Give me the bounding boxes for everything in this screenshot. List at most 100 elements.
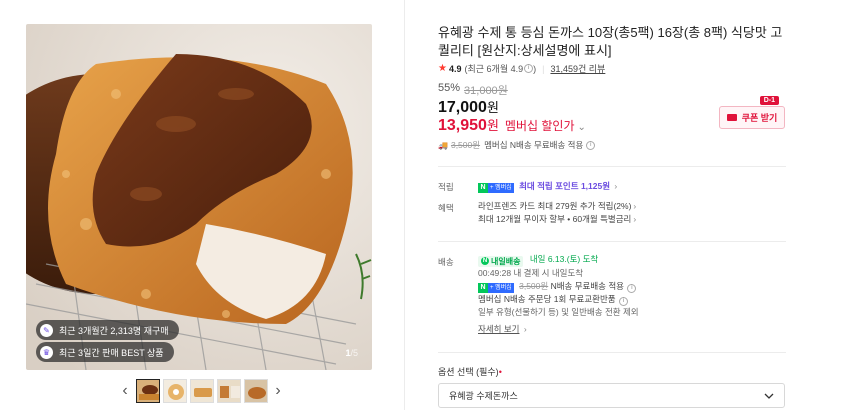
main-product-image[interactable]: ✎ 최근 3개월간 2,313명 재구매 ♛ 최근 3일간 판매 BEST 상품… [26,24,372,370]
sale-price-value: 17,000 [438,99,487,116]
thumbnail-prev-arrow[interactable]: ‹ [116,378,134,404]
product-gallery: ✎ 최근 3개월간 2,313명 재구매 ♛ 최근 3일간 판매 BEST 상품… [0,0,404,410]
info-icon[interactable]: i [586,140,596,150]
thumbnail-4[interactable] [216,379,241,403]
delivery-detail-link[interactable]: 자세히 보기 [478,324,519,334]
discount-rate: 55% [438,82,461,94]
perk-card-text: 라인프렌즈 카드 최대 279원 추가 적립(2%) [478,201,632,211]
perk-installment-line: 최대 12개월 무이자 할부 • 60개월 특별금리 › [478,213,636,226]
npay-membership-text: + 멤버십 [488,183,514,193]
shipping-summary: 🚚 3,500원 멤버십 N배송 무료배송 적용 i [438,139,596,151]
thumbnail-5[interactable] [243,379,268,403]
member-price-unit: 원 [486,118,499,133]
delivery-exchange-text: 멤버십 N배송 주문당 1회 무료교환반품 [478,293,616,304]
best-seller-badge-text: 최근 3일간 판매 BEST 상품 [59,347,164,358]
sale-price: 17,000원 [438,97,499,117]
delivery-cutoff: 00:49:28 내 결제 시 내일도착 [478,267,584,278]
perks-row[interactable]: 라인프렌즈 카드 최대 279원 추가 적립(2%) › 최대 12개월 무이자 … [478,200,636,226]
coupon-area: D-1 쿠폰 받기 [719,96,785,130]
thumbnail-image [190,380,213,402]
thumbnail-1[interactable] [135,379,160,403]
separator: | [542,63,545,74]
member-price-label: 멤버십 할인가 [504,119,575,133]
star-icon: ★ [438,63,447,74]
perk-card-line: 라인프렌즈 카드 최대 279원 추가 적립(2%) › [478,200,636,213]
points-row[interactable]: N + 멤버십 최대 적립 포인트 1,125원 › [478,180,617,193]
repurchase-badge-text: 최근 3개월간 2,313명 재구매 [59,325,169,336]
delivery-info: N 내일배송 내일 6.13.(토) 도착 00:49:28 내 결제 시 내일도… [478,253,639,336]
delivery-label: 배송 [438,257,454,267]
rating-score: 4.9 [448,63,462,74]
review-count-link[interactable]: 31,459건 리뷰 [550,62,605,75]
member-price-row[interactable]: 13,950 원 멤버십 할인가 ⌄ [438,115,586,135]
thumbnail-next-arrow[interactable]: › [269,378,287,404]
chevron-down-icon [764,393,774,399]
shipping-text: 멤버십 N배송 무료배송 적용 [484,140,584,150]
delivery-free-line: N + 멤버십 3,500원 N배송 무료배송 적용 i [478,280,639,293]
rating-recent: (최근 6개월 4.9 [464,64,524,74]
points-text: 최대 적립 포인트 [519,181,579,191]
delivery-exchange-line: 멤버십 N배송 주문당 1회 무료교환반품 i [478,293,639,306]
chevron-right-icon: › [633,201,637,211]
tomorrow-delivery-tag: N 내일배송 [478,255,524,267]
delivery-free-text: N배송 무료배송 적용 [550,280,625,291]
option-label-text: 옵션 선택 (필수) [438,367,499,377]
info-icon[interactable]: i [627,283,637,293]
rating-recent-close: ) [533,63,537,74]
review-icon: ✎ [40,323,53,337]
thumbnail-3[interactable] [189,379,214,403]
delivery-original-fee: 3,500원 [519,280,549,291]
delivery-arrival: 내일 6.13.(토) 도착 [529,254,599,264]
section-divider [438,166,786,167]
npay-logo: N [481,257,489,265]
discount-row: 55% 31,000원 [438,82,508,98]
rating-row: ★ 4.9 (최근 6개월 4.9 i ) | 31,459건 리뷰 [438,62,605,75]
section-divider [438,352,786,353]
thumbnail-image [136,380,159,402]
option-select[interactable]: 유혜광 수제돈까스 [438,383,785,408]
chevron-right-icon: › [523,323,527,334]
delivery-exclude-text: 일부 유형(선물하기 등) 및 일반배송 전환 제외 [478,306,639,317]
coupon-deadline-badge: D-1 [759,96,779,105]
section-divider [438,241,786,242]
coupon-icon [726,114,737,121]
thumbnail-2[interactable] [162,379,187,403]
chevron-right-icon: › [614,181,618,191]
npay-logo: N [478,183,488,193]
best-icon: ♛ [40,345,53,359]
option-selected-value: 유혜광 수제돈까스 [449,391,518,401]
chevron-right-icon: › [633,214,637,224]
sale-price-unit: 원 [486,100,499,115]
npay-membership-text: + 멤버십 [488,282,514,293]
coupon-button-label: 쿠폰 받기 [741,113,778,123]
delivery-arrival-line: N 내일배송 내일 6.13.(토) 도착 [478,253,639,267]
points-value: 1,125원 [580,181,611,191]
option-label: 옵션 선택 (필수)• [438,365,502,378]
coupon-download-button[interactable]: 쿠폰 받기 [719,106,785,129]
original-price: 31,000원 [464,85,508,97]
chevron-down-icon: ⌄ [577,122,586,133]
repurchase-badge: ✎ 최근 3개월간 2,313명 재구매 [36,320,179,340]
truck-icon: 🚚 [438,140,448,150]
tomorrow-delivery-label: 내일배송 [491,256,521,266]
tonkatsu-photo [26,24,372,370]
npay-membership-badge: N + 멤버십 [478,282,514,293]
shipping-original-fee: 3,500원 [450,140,481,150]
delivery-detail-line: 자세히 보기 › [478,323,639,336]
perks-label: 혜택 [438,203,454,213]
product-title: 유혜광 수제 통 등심 돈까스 10장(총5팩) 16장(총 8팩) 식당맛 고… [438,25,783,58]
points-label: 적립 [438,182,454,192]
image-counter: 1/5 [345,348,358,358]
column-divider [404,0,405,410]
npay-logo: N [478,282,488,293]
info-icon[interactable]: i [524,64,534,73]
npay-membership-badge: N + 멤버십 [478,183,514,193]
thumbnail-image [163,380,186,402]
thumbnail-strip: ‹ › [116,378,287,404]
best-seller-badge: ♛ 최근 3일간 판매 BEST 상품 [36,342,174,362]
image-counter-total: /5 [350,348,358,358]
thumbnail-image [244,380,267,402]
member-price-value: 13,950 [438,117,487,134]
perk-installment-text: 최대 12개월 무이자 할부 • 60개월 특별금리 [478,214,632,224]
info-icon[interactable]: i [619,296,628,306]
